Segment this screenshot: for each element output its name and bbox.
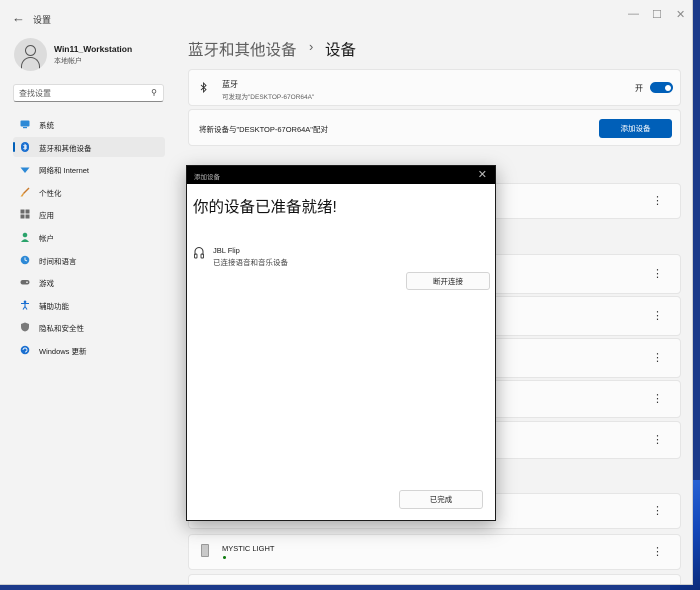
bluetooth-icon <box>20 141 30 152</box>
sidebar-item-accessibility[interactable]: 辅助功能 <box>13 295 165 315</box>
back-arrow-icon[interactable]: ← <box>12 10 25 25</box>
bluetooth-toggle-label: 开 <box>635 84 643 93</box>
device-name: MYSTIC LIGHT <box>222 544 275 553</box>
accessibility-icon <box>20 300 30 310</box>
breadcrumb-separator: › <box>309 39 314 54</box>
account-type: 本地帐户 <box>54 58 82 65</box>
sidebar-item-apps[interactable]: 应用 <box>13 204 165 224</box>
bluetooth-title: 蓝牙 <box>222 80 238 89</box>
time-language-icon <box>20 255 30 265</box>
user-body-icon <box>21 57 40 71</box>
sidebar-item-accounts[interactable]: 帐户 <box>13 227 165 247</box>
add-device-dialog: 添加设备 ✕ 你的设备已准备就绪! JBL Flip 已连接语音和音乐设备 断开… <box>186 165 496 521</box>
bluetooth-card: 蓝牙 可发现为"DESKTOP-67OR64A" 开 <box>188 69 681 106</box>
search-box[interactable]: ⚲ <box>13 84 164 102</box>
sidebar-item-label: 辅助功能 <box>39 301 69 311</box>
sidebar-item-gaming[interactable]: 游戏 <box>13 272 165 292</box>
bluetooth-subtitle: 可发现为"DESKTOP-67OR64A" <box>222 94 315 101</box>
dialog-title-bar: 添加设备 ✕ <box>187 166 495 184</box>
sidebar-item-personalization[interactable]: 个性化 <box>13 182 165 202</box>
sidebar-item-label: Windows 更新 <box>39 346 87 356</box>
bluetooth-icon <box>200 81 208 96</box>
more-options-icon[interactable]: ⋮ <box>652 545 663 558</box>
search-input[interactable] <box>19 87 144 99</box>
sidebar-item-label: 蓝牙和其他设备 <box>39 143 92 153</box>
more-options-icon[interactable]: ⋮ <box>652 433 663 446</box>
sidebar-item-label: 系统 <box>39 121 54 130</box>
user-name: Win11_Workstation <box>54 44 133 54</box>
sidebar-item-label: 时间和语言 <box>39 256 77 266</box>
connected-status-dot <box>223 556 226 559</box>
sidebar-nav: 系统 蓝牙和其他设备 网络和 Internet 个性化 应用 帐户 时间和语言 … <box>13 114 165 363</box>
windows-update-icon <box>20 345 30 355</box>
sidebar-item-label: 网络和 Internet <box>39 166 90 176</box>
more-options-icon[interactable]: ⋮ <box>652 194 663 207</box>
close-icon[interactable]: ✕ <box>676 8 685 21</box>
sidebar-item-windows-update[interactable]: Windows 更新 <box>13 340 165 360</box>
bluetooth-toggle[interactable] <box>650 82 673 93</box>
headphones-icon <box>194 246 204 260</box>
dialog-heading: 你的设备已准备就绪! <box>193 199 337 216</box>
network-icon <box>20 164 30 174</box>
breadcrumb: 蓝牙和其他设备 › 设备 <box>188 38 356 60</box>
sidebar-item-privacy[interactable]: 隐私和安全性 <box>13 317 165 337</box>
sidebar-item-time-language[interactable]: 时间和语言 <box>13 250 165 270</box>
maximize-icon[interactable]: ☐ <box>652 8 662 21</box>
pair-device-label: 将新设备与"DESKTOP-67OR64A"配对 <box>199 125 328 134</box>
search-icon[interactable]: ⚲ <box>151 88 157 97</box>
sidebar-item-label: 隐私和安全性 <box>39 324 84 334</box>
personalization-icon <box>20 187 30 197</box>
more-options-icon[interactable]: ⋮ <box>652 309 663 322</box>
privacy-icon <box>20 322 30 332</box>
more-options-icon[interactable]: ⋮ <box>652 267 663 280</box>
connected-device-status: 已连接语音和音乐设备 <box>213 258 288 267</box>
account-icon <box>20 232 30 242</box>
sidebar-item-label: 应用 <box>39 211 54 221</box>
title-bar: ← 设置 — ☐ ✕ <box>0 0 692 34</box>
avatar[interactable] <box>14 38 47 71</box>
done-button[interactable]: 已完成 <box>399 490 483 509</box>
sidebar-item-system[interactable]: 系统 <box>13 114 165 134</box>
dialog-title: 添加设备 <box>194 174 220 181</box>
device-icon <box>201 544 209 557</box>
disconnect-button[interactable]: 断开连接 <box>406 272 490 290</box>
sidebar-item-label: 个性化 <box>39 188 62 198</box>
minimize-icon[interactable]: — <box>628 8 639 20</box>
device-row-mystic-light[interactable]: MYSTIC LIGHT ⋮ <box>188 534 681 570</box>
device-row[interactable] <box>188 574 681 584</box>
sidebar-item-network[interactable]: 网络和 Internet <box>13 159 165 179</box>
more-options-icon[interactable]: ⋮ <box>652 392 663 405</box>
pair-device-card: 将新设备与"DESKTOP-67OR64A"配对 添加设备 <box>188 109 681 146</box>
user-head-icon <box>25 45 36 56</box>
sidebar-item-label: 游戏 <box>39 279 54 289</box>
connected-device-name: JBL Flip <box>213 246 240 255</box>
sidebar-item-label: 帐户 <box>39 233 54 243</box>
more-options-icon[interactable]: ⋮ <box>652 351 663 364</box>
sidebar-item-bluetooth-devices[interactable]: 蓝牙和其他设备 <box>13 136 165 157</box>
breadcrumb-parent[interactable]: 蓝牙和其他设备 <box>188 42 297 59</box>
add-device-button[interactable]: 添加设备 <box>599 119 672 138</box>
page-title: 设备 <box>325 42 357 59</box>
close-icon[interactable]: ✕ <box>478 168 487 181</box>
apps-icon <box>20 209 30 219</box>
app-title: 设置 <box>33 15 52 25</box>
gaming-icon <box>20 277 30 287</box>
more-options-icon[interactable]: ⋮ <box>652 504 663 517</box>
system-icon <box>20 119 30 129</box>
